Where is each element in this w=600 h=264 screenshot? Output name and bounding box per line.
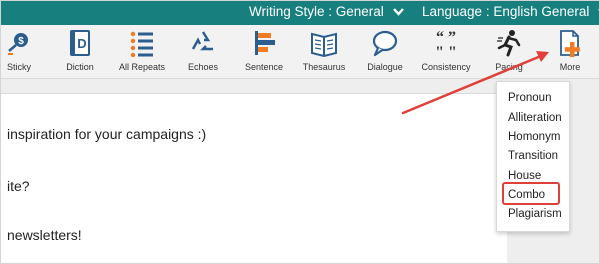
writing-style-label: Writing Style : General — [249, 4, 384, 20]
menu-item-plagiarism[interactable]: Plagiarism — [508, 208, 562, 220]
sentence-icon — [249, 29, 279, 57]
toolbar-label: Diction — [66, 62, 94, 72]
toolbar-label: Pacing — [495, 62, 523, 72]
toolbar-label: Sticky — [6, 62, 31, 72]
menu-item-alliteration[interactable]: Alliteration — [508, 112, 562, 124]
toolbar-label: All Repeats — [118, 62, 166, 72]
toolbar-button-consistency[interactable]: “ ” " " Consistency — [418, 25, 474, 78]
chevron-down-icon — [392, 8, 404, 17]
svg-text:$: $ — [18, 36, 24, 47]
toolbar-button-dialogue[interactable]: Dialogue — [362, 25, 408, 78]
toolbar-button-diction[interactable]: D Diction — [58, 25, 102, 78]
consistency-icon: “ ” " " — [431, 29, 461, 57]
editor-area[interactable]: inspiration for your campaigns :) ite? n… — [1, 93, 507, 263]
svg-text:" ": " " — [435, 44, 457, 57]
menu-item-pronoun[interactable]: Pronoun — [508, 92, 551, 104]
writing-style-dropdown[interactable]: Writing Style : General — [249, 1, 404, 25]
toolbar-label: Dialogue — [367, 62, 403, 72]
menu-item-house[interactable]: House — [508, 170, 541, 182]
toolbar-button-sticky[interactable]: $ Sticky — [1, 25, 37, 78]
echoes-icon — [188, 29, 218, 57]
toolbar-label: Echoes — [187, 62, 219, 72]
language-label: Language : English General — [422, 4, 590, 20]
pacing-icon — [494, 29, 524, 57]
toolbar-label: Sentence — [244, 62, 284, 72]
editor-text-line: inspiration for your campaigns :) — [7, 126, 207, 142]
all-repeats-icon — [127, 29, 157, 57]
more-menu: Pronoun Alliteration Homonym Transition … — [496, 81, 570, 232]
toolbar-button-thesaurus[interactable]: Thesaurus — [301, 25, 347, 78]
toolbar-label: Consistency — [421, 62, 471, 72]
sticky-icon: $ — [4, 29, 34, 57]
more-icon — [555, 29, 585, 57]
menu-item-homonym[interactable]: Homonym — [508, 131, 560, 143]
svg-text:D: D — [77, 36, 86, 51]
combo-highlight-box — [502, 182, 560, 205]
toolbar-label: Thesaurus — [302, 62, 346, 72]
toolbar-button-echoes[interactable]: Echoes — [181, 25, 225, 78]
editor-text-line: newsletters! — [7, 227, 82, 243]
report-toolbar: $ Sticky D Diction All Repeats Echoes Se… — [1, 25, 599, 79]
toolbar-button-all-repeats[interactable]: All Repeats — [114, 25, 170, 78]
toolbar-button-pacing[interactable]: Pacing — [489, 25, 529, 78]
toolbar-button-sentence[interactable]: Sentence — [241, 25, 287, 78]
top-bar: Writing Style : General Language : Engli… — [1, 1, 599, 25]
app-window: Writing Style : General Language : Engli… — [0, 0, 600, 264]
toolbar-label: More — [559, 62, 581, 72]
thesaurus-icon — [309, 29, 339, 57]
dialogue-icon — [370, 29, 400, 57]
language-dropdown[interactable]: Language : English General — [422, 1, 599, 25]
diction-icon: D — [65, 29, 95, 57]
editor-text-line: ite? — [7, 178, 30, 194]
toolbar-button-more[interactable]: More — [552, 25, 588, 78]
menu-item-transition[interactable]: Transition — [508, 150, 558, 162]
